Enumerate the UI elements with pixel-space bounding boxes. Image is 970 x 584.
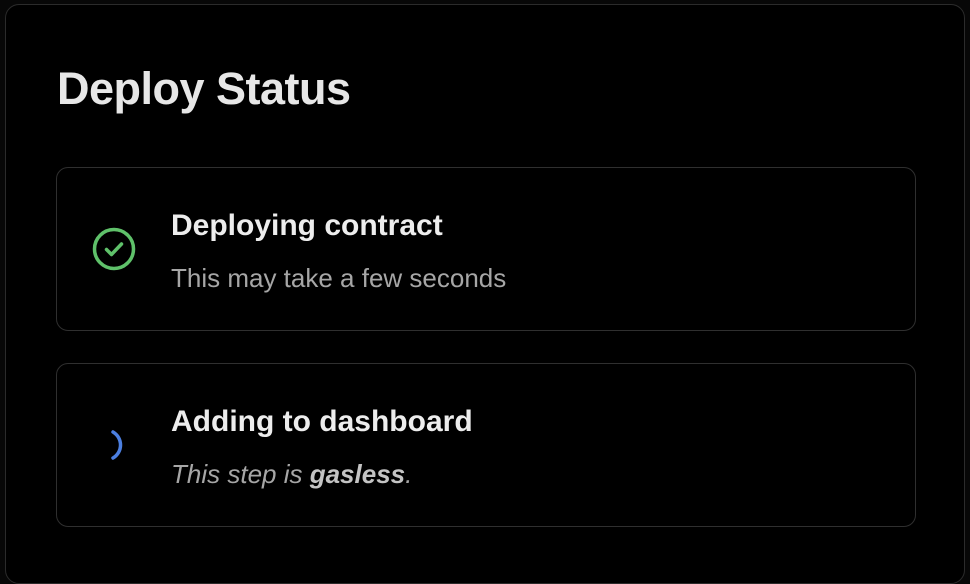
step-description: This step is gasless. — [171, 456, 412, 492]
step-title: Deploying contract — [171, 209, 443, 242]
deploy-status-dialog: Deploy Status Deploying contract This ma… — [5, 4, 965, 584]
step-description: This may take a few seconds — [171, 263, 507, 293]
step-card-adding-to-dashboard: Adding to dashboard This step is gasless… — [56, 363, 916, 527]
description-suffix: . — [405, 459, 413, 489]
step-title: Adding to dashboard — [171, 405, 473, 438]
step-card-deploying-contract: Deploying contract This may take a few s… — [56, 167, 916, 331]
description-prefix: This step is — [171, 459, 310, 489]
check-circle-icon — [91, 226, 137, 272]
gasless-emphasis: gasless — [309, 459, 406, 489]
spinner-icon — [91, 422, 137, 468]
dialog-title: Deploy Status — [57, 63, 351, 114]
